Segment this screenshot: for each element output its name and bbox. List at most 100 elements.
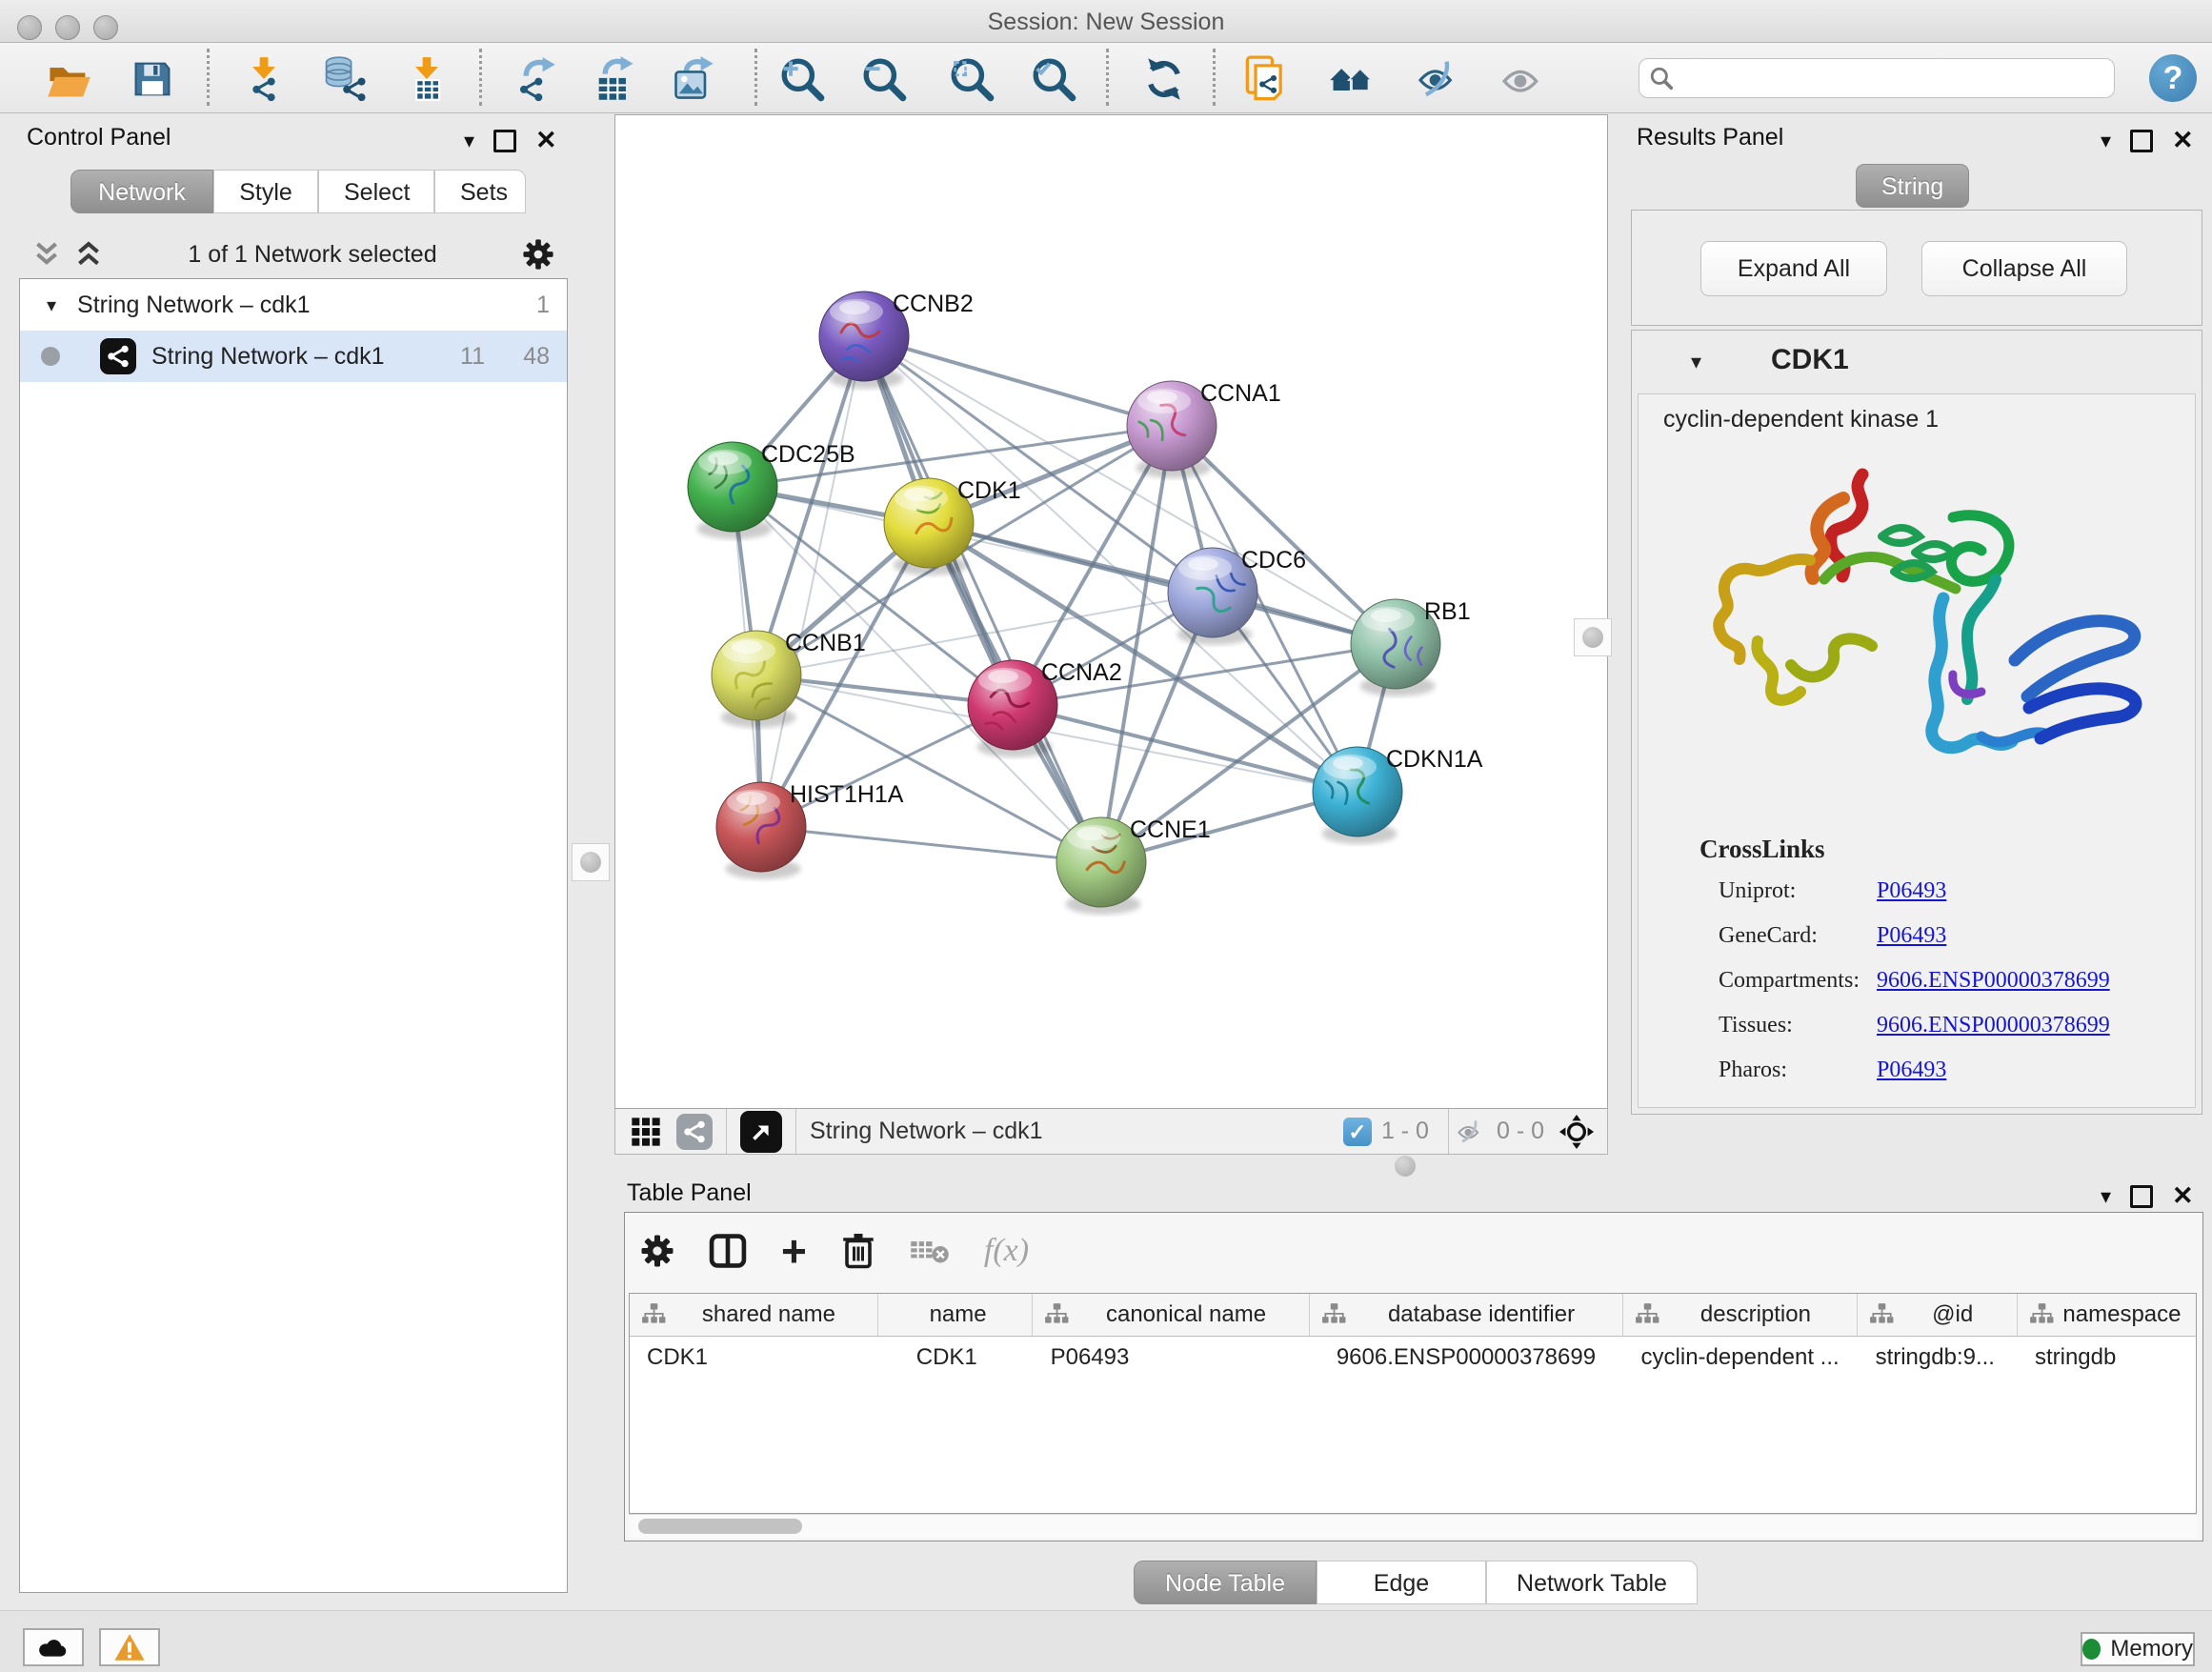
- hierarchy-icon: [2029, 1302, 2054, 1327]
- delete-column-trash-icon[interactable]: [841, 1232, 875, 1270]
- expand-all-icon[interactable]: [74, 240, 103, 269]
- export-image-icon[interactable]: [670, 55, 717, 103]
- tab-network[interactable]: Network: [70, 170, 213, 213]
- import-network-from-database-icon[interactable]: [320, 55, 368, 103]
- selected-checkbox-icon[interactable]: ✓: [1343, 1118, 1372, 1146]
- panel-menu-arrow-icon[interactable]: ▾: [2101, 129, 2111, 153]
- column-header[interactable]: description: [1623, 1294, 1858, 1336]
- help-button[interactable]: ?: [2149, 54, 2197, 102]
- current-network-dot-icon: [41, 347, 60, 366]
- cell-name[interactable]: CDK1: [878, 1344, 1034, 1371]
- tree-expander-icon[interactable]: ▾: [47, 293, 56, 317]
- houses-icon[interactable]: [1327, 55, 1375, 103]
- tab-network-table[interactable]: Network Table: [1486, 1561, 1698, 1604]
- refresh-icon[interactable]: [1140, 55, 1188, 103]
- network-collection-row[interactable]: ▾ String Network – cdk1 1: [20, 279, 567, 331]
- zoom-in-icon[interactable]: [778, 55, 826, 103]
- tab-edge-table[interactable]: Edge Table: [1317, 1561, 1486, 1604]
- fit-content-crosshair-icon[interactable]: [1559, 1115, 1594, 1149]
- crosslink-value[interactable]: P06493: [1877, 923, 1946, 949]
- cell-database-identifier[interactable]: 9606.ENSP00000378699: [1310, 1344, 1624, 1371]
- crosslink-value[interactable]: 9606.ENSP00000378699: [1877, 1013, 2110, 1038]
- zoom-selected-icon[interactable]: [1030, 55, 1077, 103]
- hierarchy-icon: [1635, 1302, 1659, 1327]
- panel-menu-arrow-icon[interactable]: ▾: [2101, 1184, 2111, 1209]
- network-share-icon[interactable]: [676, 1114, 713, 1150]
- column-header[interactable]: name: [878, 1294, 1034, 1336]
- table-row[interactable]: CDK1 CDK1 P06493 9606.ENSP00000378699 cy…: [630, 1337, 2196, 1379]
- cell-canonical-name[interactable]: P06493: [1034, 1344, 1310, 1371]
- toolbar-separator: [754, 49, 757, 106]
- detach-view-icon[interactable]: [740, 1111, 782, 1153]
- network-share-icon: [100, 338, 136, 374]
- panel-close-icon[interactable]: ✕: [2172, 126, 2194, 155]
- footer-separator: [795, 1109, 796, 1154]
- footer-separator: [1448, 1109, 1449, 1154]
- horizontal-splitter-handle[interactable]: [1395, 1156, 1416, 1177]
- collapse-all-button[interactable]: Collapse All: [1921, 241, 2127, 296]
- results-panel-title: Results Panel: [1637, 124, 1783, 151]
- network-canvas[interactable]: CCNB2CCNA1CDC25BCDK1CDC6RB1CCNB1CCNA2CDK…: [614, 114, 1608, 1109]
- left-splitter-handle[interactable]: [572, 843, 610, 881]
- gear-icon[interactable]: [522, 238, 554, 271]
- collapse-all-icon[interactable]: [32, 240, 61, 269]
- cloud-status-button[interactable]: [23, 1628, 84, 1666]
- hide-selected-eye-slash-icon[interactable]: [1416, 55, 1463, 103]
- panel-float-icon[interactable]: [2130, 1185, 2153, 1208]
- panel-menu-arrow-icon[interactable]: ▾: [464, 129, 474, 153]
- panel-float-icon[interactable]: [493, 130, 516, 152]
- zoom-fit-icon[interactable]: [948, 55, 995, 103]
- panel-close-icon[interactable]: ✕: [535, 126, 557, 155]
- import-network-icon[interactable]: [240, 55, 288, 103]
- column-header[interactable]: @id: [1858, 1294, 2017, 1336]
- panel-float-icon[interactable]: [2130, 130, 2153, 152]
- tab-string[interactable]: String: [1856, 164, 1969, 208]
- column-header[interactable]: canonical name: [1033, 1294, 1309, 1336]
- import-table-icon[interactable]: [403, 55, 451, 103]
- tab-node-table[interactable]: Node Table: [1134, 1561, 1317, 1604]
- save-session-icon[interactable]: [129, 55, 176, 103]
- card-expander-icon[interactable]: ▾: [1691, 350, 1701, 374]
- warnings-button[interactable]: [99, 1628, 160, 1666]
- collection-label: String Network – cdk1: [77, 292, 311, 319]
- tab-select[interactable]: Select: [318, 170, 434, 213]
- column-header[interactable]: shared name: [630, 1294, 878, 1336]
- delete-table-icon: [910, 1237, 950, 1265]
- tab-style[interactable]: Style: [213, 170, 318, 213]
- scrollbar-thumb[interactable]: [638, 1519, 802, 1534]
- search-input[interactable]: [1674, 64, 2104, 92]
- show-columns-icon[interactable]: [709, 1232, 747, 1270]
- grid-view-icon[interactable]: [631, 1117, 661, 1147]
- memory-button[interactable]: Memory: [2081, 1632, 2195, 1666]
- tab-sets[interactable]: Sets: [434, 170, 526, 213]
- search-box[interactable]: [1639, 58, 2115, 98]
- export-table-icon[interactable]: [591, 55, 638, 103]
- cell-namespace[interactable]: stringdb: [2018, 1344, 2196, 1371]
- cell-id[interactable]: stringdb:9...: [1859, 1344, 2018, 1371]
- cell-shared-name[interactable]: CDK1: [630, 1344, 878, 1371]
- crosslink-value[interactable]: 9606.ENSP00000378699: [1877, 968, 2110, 994]
- show-all-eye-icon[interactable]: [1498, 55, 1545, 103]
- cloud-icon: [36, 1635, 70, 1660]
- clone-network-icon[interactable]: [1243, 55, 1291, 103]
- expand-all-button[interactable]: Expand All: [1700, 241, 1887, 296]
- network-row[interactable]: String Network – cdk1 11 48: [20, 331, 567, 382]
- zoom-out-icon[interactable]: [860, 55, 908, 103]
- node-table[interactable]: shared name name canonical name database…: [629, 1293, 2197, 1514]
- panel-close-icon[interactable]: ✕: [2172, 1181, 2194, 1211]
- crosslink-value[interactable]: P06493: [1877, 878, 1946, 904]
- column-header[interactable]: namespace: [2018, 1294, 2196, 1336]
- crosslink-value[interactable]: P06493: [1877, 1058, 1946, 1083]
- add-column-plus-icon[interactable]: +: [781, 1237, 807, 1265]
- export-network-icon[interactable]: [512, 55, 559, 103]
- table-horizontal-scrollbar[interactable]: [629, 1514, 2197, 1538]
- network-view-footer: String Network – cdk1 ✓ 1 - 0 0 - 0: [614, 1109, 1608, 1155]
- svg-text:CCNB2: CCNB2: [893, 291, 974, 317]
- column-header[interactable]: database identifier: [1310, 1294, 1624, 1336]
- right-splitter-handle[interactable]: [1574, 618, 1612, 656]
- open-session-icon[interactable]: [45, 55, 92, 103]
- string-network-graph[interactable]: CCNB2CCNA1CDC25BCDK1CDC6RB1CCNB1CCNA2CDK…: [615, 115, 1607, 1108]
- gear-icon[interactable]: [640, 1234, 674, 1268]
- cell-description[interactable]: cyclin-dependent ...: [1624, 1344, 1859, 1371]
- toolbar-separator: [1106, 49, 1109, 106]
